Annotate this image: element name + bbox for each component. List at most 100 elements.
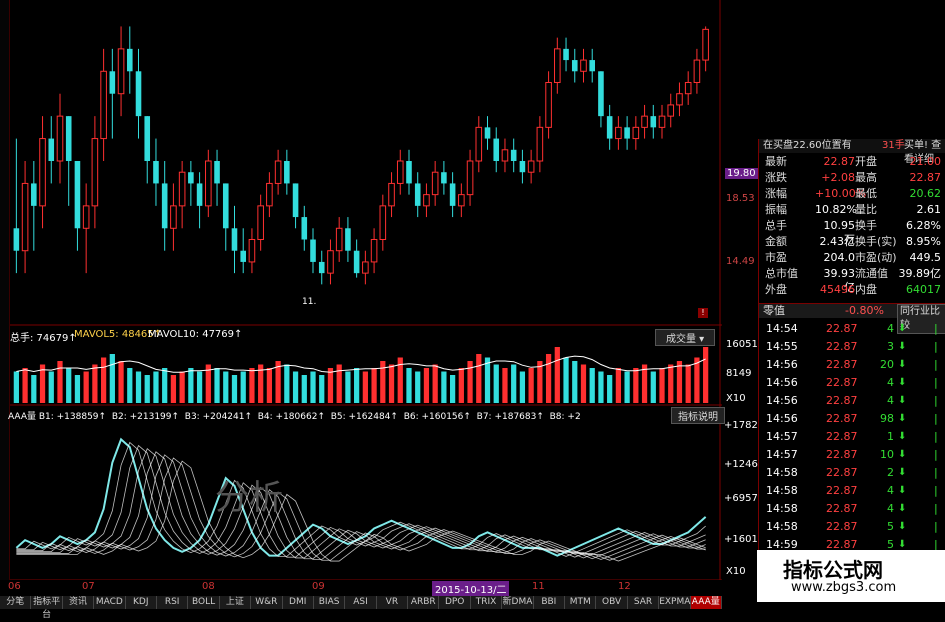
indicator-tab[interactable]: OBV [596,596,628,609]
candle-body [188,172,194,184]
tick-volume: 4 [887,322,894,335]
volume-bar [563,357,569,403]
candle-body [301,217,308,240]
volume-selector-label: 成交量 [666,334,696,345]
indicator-tab[interactable]: VR [376,596,409,609]
indicator-tab[interactable]: 上证 [219,596,252,609]
quote-row: 总手 10.95万 换手 6.28% [759,219,945,246]
volume-bar [196,371,203,403]
tick-volume: 4 [887,394,894,407]
chart-area[interactable] [0,0,722,581]
x-label: 09 [312,581,325,592]
tick-volume: 20 [880,358,894,371]
indicator-tab[interactable]: ARBR [408,596,440,609]
quote-label-right: 最高 [855,171,877,184]
tab-change[interactable]: -0.80% [845,304,884,318]
candle-body [82,205,90,229]
indicator-tab[interactable]: BBI [533,596,566,609]
volume-selector-button[interactable]: 成交量 ▾ [655,329,716,346]
aaa-header: AAA量 B1: +138859↑ B2: +213199↑ B3: +2042… [8,409,581,422]
tick-flag: | [934,412,938,425]
tick-price: 22.87 [826,502,858,515]
quote-label: 市盈 [765,251,787,264]
volume-bar [484,357,491,403]
candle-body [196,183,203,206]
candle-body [589,60,596,72]
candle-body [554,48,561,83]
candle-body [205,160,212,207]
quote-value-right: 39.89亿 [898,267,942,280]
quote-label-right: 最低 [855,187,877,200]
down-arrow-icon: ⬇ [898,431,907,442]
indicator-tab[interactable]: W&R [251,596,283,609]
quote-value: 45496 [820,283,855,296]
indicator-tab[interactable]: 指标平台 [31,596,63,620]
volume-bar [685,364,691,403]
volume-bar [537,361,543,403]
indicator-tab[interactable]: DPO [439,596,471,609]
site-watermark: 指标公式网 www.zbgs3.com [757,550,945,602]
volume-bar [659,368,665,403]
volume-bar [607,375,613,403]
tab-zero[interactable]: 零值 [763,304,785,318]
quote-row: 涨幅 +10.00% 最低 20.62 [759,187,945,201]
candle-body [109,71,116,94]
indicator-tab[interactable]: 新DMA [502,596,534,609]
candle-body [292,183,299,218]
tick-time: 14:56 [766,412,798,425]
tick-time: 14:58 [766,466,798,479]
volume-bar [83,371,89,403]
main-chart-svg[interactable] [0,0,722,581]
candle-body [248,239,256,263]
indicator-tab[interactable]: ASI [345,596,377,609]
indicator-tab[interactable]: DMI [282,596,314,609]
volume-bar [266,368,273,403]
volume-bar [127,368,133,403]
indicator-tab[interactable]: AAA量 [690,596,722,609]
candle-body [501,149,509,162]
volume-total: 总手: 74679↑ [10,333,77,344]
indicator-tab[interactable]: 资讯 [62,596,95,609]
down-arrow-icon: ⬇ [898,485,907,496]
candle-body [214,161,220,184]
indicator-help-button[interactable]: 指标说明 [671,407,725,424]
indicator-tab[interactable]: TRIX [470,596,503,609]
tick-flag: | [934,358,938,371]
quote-header[interactable]: 在买盘22.60位置有 31手 买单! 查看详细 [759,139,945,165]
down-arrow-icon: ⬇ [898,377,907,388]
candle-body [231,228,238,251]
site-title: 指标公式网 [783,558,883,582]
volume-bar [528,368,534,403]
quote-label-right: 量比 [855,203,877,216]
indicator-tab[interactable]: MTM [565,596,597,609]
indicator-tab[interactable]: KDJ [125,596,157,609]
quote-panel: 在买盘22.60位置有 31手 买单! 查看详细 最新 22.87 开盘 21.00 涨… [758,139,945,580]
tick-price: 22.87 [826,376,858,389]
indicator-tab[interactable]: EXPMA [659,596,691,609]
tick-price: 22.87 [826,412,858,425]
down-arrow-icon: ⬇ [898,467,907,478]
candle-body [91,138,99,207]
candle-body [527,160,535,173]
tick-price: 22.87 [826,520,858,533]
indicator-tab[interactable]: 分笔 [0,596,32,609]
quote-value: 204.0 [823,251,856,264]
tick-row: 14:55 22.87 3 ⬇ | [762,338,942,356]
quote-value-right: 21.00 [909,155,942,168]
candle-body [632,126,640,140]
volume-bar [57,361,63,403]
candle-body [545,82,552,128]
quote-label: 总市值 [765,267,798,280]
indicator-tab[interactable]: BOLL [188,596,220,609]
indicator-tab[interactable]: BIAS [313,596,346,609]
tick-flag: | [934,502,938,515]
tick-time: 14:58 [766,484,798,497]
aaa-b4: B4: +180662↑ [257,412,325,422]
warning-icon[interactable]: ! [698,308,708,318]
volume-bar [22,368,28,403]
indicator-tab[interactable]: RSI [156,596,189,609]
x-label: 11 [532,581,545,592]
indicator-tab[interactable]: SAR [627,596,660,609]
x-axis-cursor-date: 2015-10-13/二 [432,581,510,596]
indicator-tab[interactable]: MACD [94,596,126,609]
